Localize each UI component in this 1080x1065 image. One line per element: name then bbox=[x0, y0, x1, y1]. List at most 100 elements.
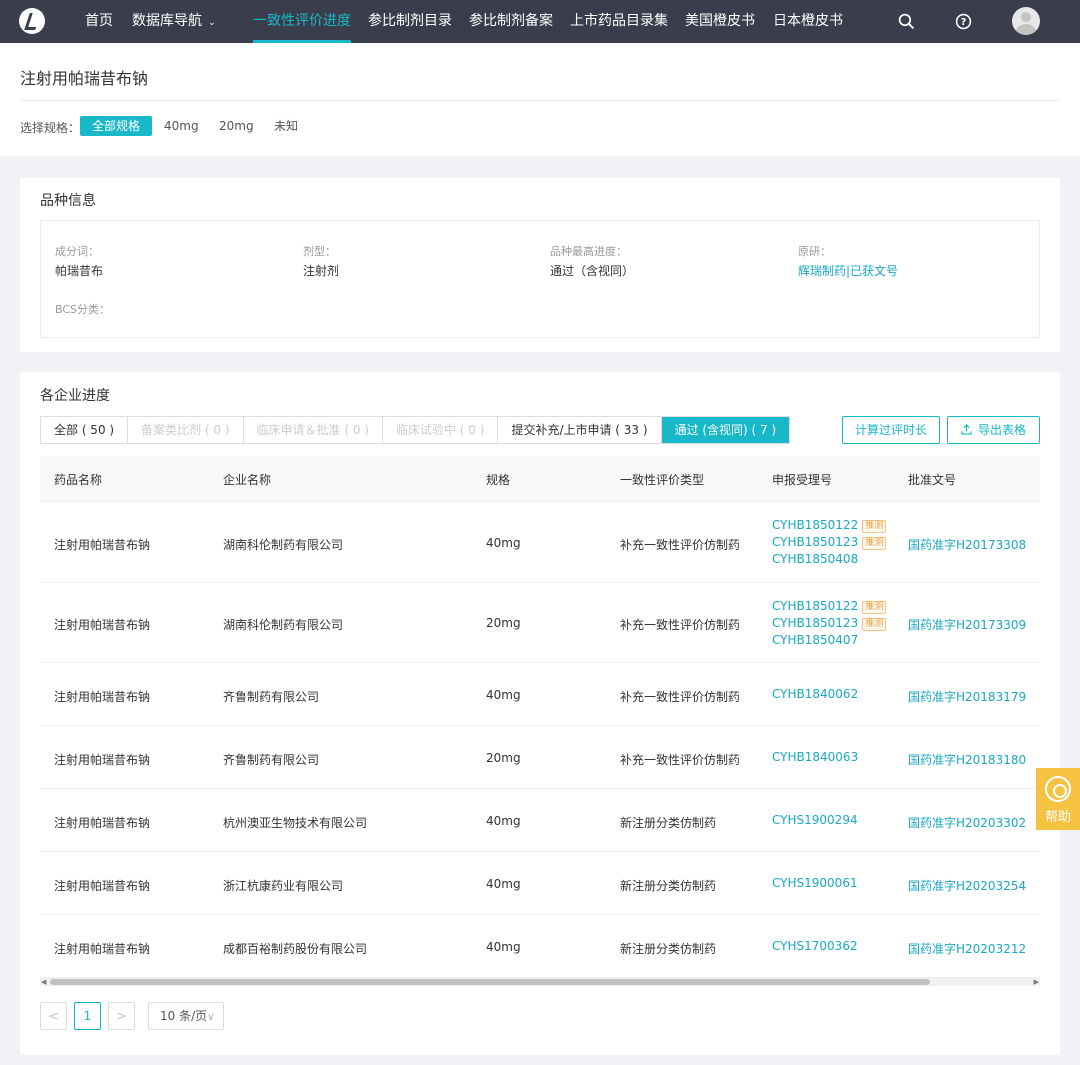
accept-no-link[interactable]: CYHB1850122 推测 bbox=[772, 598, 887, 615]
user-avatar[interactable] bbox=[1012, 7, 1040, 35]
accept-no-link[interactable]: CYHB1840062 bbox=[772, 686, 858, 703]
spec-cell: 40mg bbox=[486, 940, 521, 954]
table-row: 注射用帕瑞昔布钠 齐鲁制药有限公司 20mg 补充一致性评价仿制药 国药准字H20183… bbox=[40, 726, 1040, 789]
dosage-form-value: 注射剂 bbox=[303, 264, 340, 278]
nav-reference-list[interactable]: 参比制剂目录 bbox=[368, 0, 452, 43]
accept-no-list: CYHS1700362 bbox=[772, 938, 858, 955]
accept-no-link[interactable]: CYHB1850122 推测 bbox=[772, 517, 887, 534]
pager-page-1[interactable]: 1 bbox=[74, 1002, 101, 1030]
col-company: 企业名称 bbox=[223, 473, 272, 487]
nav-consistency[interactable]: 一致性评价进度 bbox=[253, 0, 351, 43]
spec-option-40mg[interactable]: 40mg bbox=[152, 116, 211, 136]
spec-option-all[interactable]: 全部规格 bbox=[80, 116, 153, 136]
tab-clinical-application: 临床申请＆批准 ( 0 ) bbox=[243, 417, 383, 443]
drug-name-cell: 注射用帕瑞昔布钠 bbox=[54, 753, 151, 767]
accept-no-link[interactable]: CYHB1850123 推测 bbox=[772, 615, 887, 632]
approval-no-link[interactable]: 国药准字H20203212 bbox=[908, 940, 1026, 957]
approval-no-link[interactable]: 国药准字H20173308 bbox=[908, 536, 1026, 553]
accept-no-link[interactable]: CYHB1840063 bbox=[772, 749, 858, 766]
accept-no-link[interactable]: CYHS1900061 bbox=[772, 875, 858, 892]
accept-no-list: CYHS1900294 bbox=[772, 812, 858, 829]
status-tabs: 全部 ( 50 ) 备案类比剂 ( 0 ) 临床申请＆批准 ( 0 ) 临床试验… bbox=[40, 416, 791, 444]
accept-no-list: CYHB1850122 推测 CYHB1850123 推测 CYHB1850407 bbox=[772, 598, 887, 649]
accept-no-link[interactable]: CYHB1850123 推测 bbox=[772, 534, 887, 551]
export-table-button[interactable]: 导出表格 bbox=[947, 416, 1040, 444]
approval-no-link[interactable]: 国药准字H20203302 bbox=[908, 814, 1026, 831]
search-icon[interactable] bbox=[898, 13, 915, 30]
table-row: 注射用帕瑞昔布钠 湖南科伦制药有限公司 40mg 补充一致性评价仿制药 国药准字H201… bbox=[40, 502, 1040, 583]
scroll-right-arrow-icon[interactable]: ▶ bbox=[1034, 978, 1039, 986]
spec-option-unknown[interactable]: 未知 bbox=[262, 116, 310, 136]
page-size-select[interactable]: 10 条/页∨ bbox=[148, 1002, 224, 1030]
scroll-thumb[interactable] bbox=[50, 979, 930, 985]
originator-link[interactable]: 辉瑞制药|已获文号 bbox=[798, 262, 898, 279]
col-approval-no: 批准文号 bbox=[908, 473, 957, 487]
accept-no-link[interactable]: CYHS1700362 bbox=[772, 938, 858, 955]
calc-duration-button[interactable]: 计算过评时长 bbox=[842, 416, 940, 444]
approval-no-link[interactable]: 国药准字H20183180 bbox=[908, 751, 1026, 768]
chevron-down-icon: ⌄ bbox=[208, 18, 216, 28]
table-row: 注射用帕瑞昔布钠 浙江杭康药业有限公司 40mg 新注册分类仿制药 国药准字H20203… bbox=[40, 852, 1040, 915]
bcs-label: BCS分类： bbox=[55, 303, 111, 316]
nav-database[interactable]: 数据库导航 ⌄ bbox=[132, 0, 216, 43]
eval-type-cell: 补充一致性评价仿制药 bbox=[620, 690, 741, 704]
chevron-down-icon: ∨ bbox=[207, 1012, 215, 1023]
inferred-badge: 推测 bbox=[862, 618, 887, 631]
spec-cell: 40mg bbox=[486, 688, 521, 702]
approval-no-link[interactable]: 国药准字H20183179 bbox=[908, 688, 1026, 705]
nav-jp-orange-book[interactable]: 日本橙皮书 bbox=[773, 0, 843, 43]
table-row: 注射用帕瑞昔布钠 成都百裕制药股份有限公司 40mg 新注册分类仿制药 国药准字H202… bbox=[40, 915, 1040, 978]
table-row: 注射用帕瑞昔布钠 杭州澳亚生物技术有限公司 40mg 新注册分类仿制药 国药准字H202… bbox=[40, 789, 1040, 852]
col-drug-name: 药品名称 bbox=[54, 473, 103, 487]
company-cell: 湖南科伦制药有限公司 bbox=[223, 618, 344, 632]
accept-no-list: CYHB1840063 bbox=[772, 749, 858, 766]
nav-database-label: 数据库导航 bbox=[132, 13, 202, 29]
col-accept-no: 申报受理号 bbox=[772, 473, 833, 487]
accept-no-text: CYHB1850408 bbox=[772, 552, 859, 566]
accept-no-link[interactable]: CYHB1850407 bbox=[772, 632, 886, 649]
nav-marketed-drugs[interactable]: 上市药品目录集 bbox=[570, 0, 668, 43]
help-circle-icon[interactable]: ? bbox=[955, 13, 972, 30]
nav-home[interactable]: 首页 bbox=[85, 0, 113, 43]
tab-all[interactable]: 全部 ( 50 ) bbox=[41, 417, 129, 443]
accept-no-text: CYHB1850122 bbox=[772, 518, 859, 532]
inferred-badge: 推测 bbox=[862, 520, 887, 533]
logo-icon[interactable] bbox=[19, 8, 45, 34]
tab-approved[interactable]: 通过 (含视同) ( 7 ) bbox=[661, 417, 790, 443]
tab-reference-filing: 备案类比剂 ( 0 ) bbox=[128, 417, 244, 443]
spec-option-20mg[interactable]: 20mg bbox=[207, 116, 266, 136]
accept-no-text: CYHS1700362 bbox=[772, 939, 858, 953]
approval-no-link[interactable]: 国药准字H20173309 bbox=[908, 616, 1026, 633]
tab-submitted[interactable]: 提交补充/上市申请 ( 33 ) bbox=[498, 417, 662, 443]
spec-cell: 20mg bbox=[486, 751, 521, 765]
pager-next-button[interactable]: > bbox=[108, 1002, 135, 1030]
drug-name-cell: 注射用帕瑞昔布钠 bbox=[54, 618, 151, 632]
company-cell: 齐鲁制药有限公司 bbox=[223, 753, 320, 767]
ingredient-label: 成分词： bbox=[55, 245, 99, 258]
pager-prev-button[interactable]: < bbox=[40, 1002, 67, 1030]
nav-us-orange-book[interactable]: 美国橙皮书 bbox=[685, 0, 755, 43]
inferred-badge: 推测 bbox=[862, 601, 887, 614]
accept-no-link[interactable]: CYHB1850408 bbox=[772, 551, 886, 568]
help-float-button[interactable]: 帮助 bbox=[1036, 768, 1080, 830]
drug-name-cell: 注射用帕瑞昔布钠 bbox=[54, 879, 151, 893]
ingredient-value: 帕瑞昔布 bbox=[55, 264, 104, 278]
company-cell: 杭州澳亚生物技术有限公司 bbox=[223, 816, 368, 830]
eval-type-cell: 补充一致性评价仿制药 bbox=[620, 618, 741, 632]
inferred-badge: 推测 bbox=[862, 537, 887, 550]
company-cell: 湖南科伦制药有限公司 bbox=[223, 538, 344, 552]
eval-type-cell: 补充一致性评价仿制药 bbox=[620, 538, 741, 552]
highest-progress-label: 品种最高进度： bbox=[550, 245, 627, 258]
originator-label: 原研： bbox=[798, 245, 831, 258]
nav-reference-filing[interactable]: 参比制剂备案 bbox=[469, 0, 553, 43]
scroll-left-arrow-icon[interactable]: ◀ bbox=[41, 978, 46, 986]
approval-no-link[interactable]: 国药准字H20203254 bbox=[908, 877, 1026, 894]
card-title: 各企业进度 bbox=[40, 388, 110, 404]
accept-no-link[interactable]: CYHS1900294 bbox=[772, 812, 858, 829]
spec-label: 选择规格： bbox=[20, 121, 81, 135]
accept-no-text: CYHS1900294 bbox=[772, 813, 858, 827]
col-spec: 规格 bbox=[486, 473, 511, 487]
horizontal-scrollbar[interactable]: ◀ ▶ bbox=[40, 978, 1040, 986]
company-progress-card: 各企业进度 全部 ( 50 ) 备案类比剂 ( 0 ) 临床申请＆批准 ( 0 … bbox=[20, 372, 1060, 1055]
page-size-label: 10 条/页 bbox=[160, 1009, 208, 1023]
